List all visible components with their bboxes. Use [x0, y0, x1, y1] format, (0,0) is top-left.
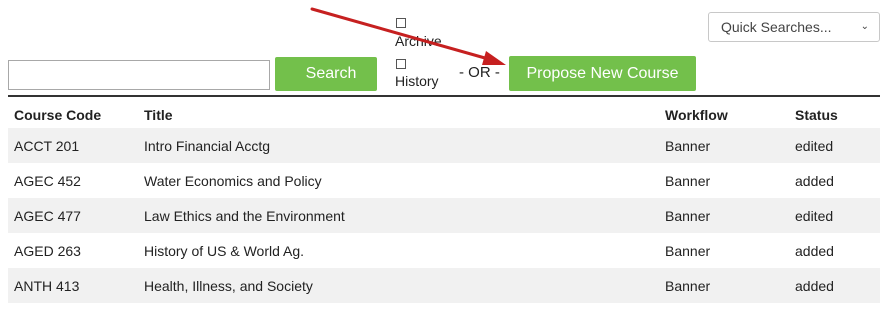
- chevron-down-icon: ⌄: [860, 21, 869, 32]
- header-title[interactable]: Title: [144, 107, 173, 123]
- archive-label: Archive: [395, 33, 442, 49]
- course-table: Course Code Title Workflow Status ACCT 2…: [8, 95, 880, 314]
- table-row[interactable]: AGED 263 History of US & World Ag. Banne…: [8, 233, 880, 268]
- cell-workflow: Banner: [665, 243, 711, 259]
- search-button[interactable]: Search: [275, 57, 377, 91]
- table-body: ACCT 201 Intro Financial Acctg Banner ed…: [8, 128, 880, 303]
- cell-title: Law Ethics and the Environment: [144, 208, 345, 224]
- cell-title: History of US & World Ag.: [144, 243, 305, 259]
- or-separator: - OR -: [459, 64, 500, 81]
- cell-status: added: [795, 243, 834, 259]
- archive-checkbox[interactable]: [396, 18, 406, 28]
- table-header: Course Code Title Workflow Status: [8, 95, 880, 127]
- table-row[interactable]: AGEC 477 Law Ethics and the Environment …: [8, 198, 880, 233]
- header-workflow[interactable]: Workflow: [665, 107, 728, 123]
- history-label: History: [395, 73, 439, 89]
- table-row[interactable]: ACCT 201 Intro Financial Acctg Banner ed…: [8, 128, 880, 163]
- table-row[interactable]: AGEC 452 Water Economics and Policy Bann…: [8, 163, 880, 198]
- quick-searches-label: Quick Searches...: [721, 19, 832, 35]
- cell-course-code: AGEC 452: [14, 173, 81, 189]
- table-row[interactable]: ANTH 413 Health, Illness, and Society Ba…: [8, 268, 880, 303]
- cell-workflow: Banner: [665, 138, 711, 154]
- cell-course-code: ANTH 413: [14, 278, 80, 294]
- cell-workflow: Banner: [665, 278, 711, 294]
- cell-title: Water Economics and Policy: [144, 173, 322, 189]
- cell-status: edited: [795, 138, 834, 154]
- history-checkbox[interactable]: [396, 59, 406, 69]
- header-course-code[interactable]: Course Code: [14, 107, 101, 123]
- cell-title: Intro Financial Acctg: [144, 138, 271, 154]
- cell-status: added: [795, 173, 834, 189]
- cell-course-code: ACCT 201: [14, 138, 80, 154]
- header-status[interactable]: Status: [795, 107, 838, 123]
- cell-course-code: AGED 263: [14, 243, 81, 259]
- cell-course-code: AGEC 477: [14, 208, 81, 224]
- cell-title: Health, Illness, and Society: [144, 278, 313, 294]
- cell-workflow: Banner: [665, 173, 711, 189]
- cell-workflow: Banner: [665, 208, 711, 224]
- propose-new-course-button[interactable]: Propose New Course: [509, 56, 696, 91]
- search-input[interactable]: [8, 60, 270, 90]
- quick-searches-select[interactable]: Quick Searches... ⌄: [708, 12, 880, 42]
- cell-status: added: [795, 278, 834, 294]
- cell-status: edited: [795, 208, 834, 224]
